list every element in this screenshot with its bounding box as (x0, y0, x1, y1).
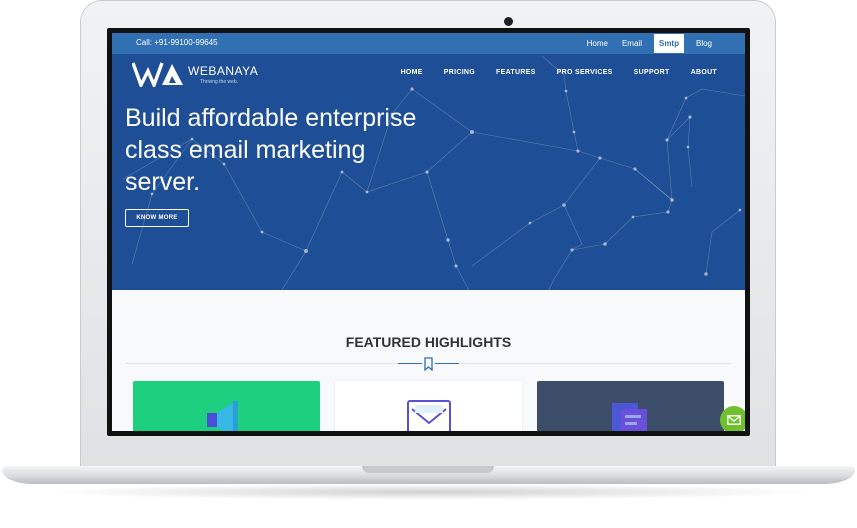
top-bar: Call: +91-99100-99645 Home Email Smtp Bl… (112, 33, 745, 54)
nav-about[interactable]: ABOUT (691, 69, 717, 76)
phone-number: Call: +91-99100-99645 (136, 38, 218, 47)
mail-fab-button[interactable] (720, 406, 745, 431)
logo-tagline: Thriving the web. (200, 78, 239, 85)
feature-card-3[interactable] (537, 381, 724, 431)
nav-pro-services[interactable]: PRO SERVICES (557, 69, 613, 76)
laptop-shadow (40, 484, 817, 500)
logo-text: WEBANAYA Thriving the web. (188, 64, 258, 85)
document-icon (612, 403, 647, 431)
screen: Call: +91-99100-99645 Home Email Smtp Bl… (112, 33, 745, 431)
nav-support[interactable]: SUPPORT (634, 69, 670, 76)
feature-card-2[interactable] (335, 381, 522, 431)
nav-home[interactable]: HOME (401, 69, 423, 76)
logo-name: WEBANAYA (188, 63, 259, 78)
featured-section: FEATURED HIGHLIGHTS (112, 290, 745, 431)
envelope-icon (407, 400, 451, 431)
main-nav: HOME PRICING FEATURES PRO SERVICES SUPPO… (380, 69, 717, 76)
megaphone-icon (207, 401, 238, 431)
top-links: Home Email Smtp Blog (580, 33, 719, 54)
feature-card-1[interactable] (133, 381, 320, 431)
top-link-email[interactable]: Email (615, 33, 649, 54)
nav-features[interactable]: FEATURES (496, 69, 536, 76)
wa-logo-icon (132, 62, 183, 87)
laptop-notch (362, 466, 494, 473)
hero: WEBANAYA Thriving the web. HOME PRICING … (112, 54, 745, 290)
top-link-blog[interactable]: Blog (689, 33, 719, 54)
webcam (504, 17, 513, 26)
bookmark-icon (422, 357, 435, 372)
logo[interactable]: WEBANAYA Thriving the web. (132, 61, 258, 87)
nav-pricing[interactable]: PRICING (444, 69, 475, 76)
mail-icon (727, 415, 741, 425)
top-link-smtp[interactable]: Smtp (653, 34, 684, 53)
top-link-home[interactable]: Home (580, 33, 615, 54)
know-more-button[interactable]: KNOW MORE (125, 209, 189, 227)
hero-title: Build affordable enterprise class email … (125, 104, 417, 196)
section-title: FEATURED HIGHLIGHTS (345, 334, 512, 350)
